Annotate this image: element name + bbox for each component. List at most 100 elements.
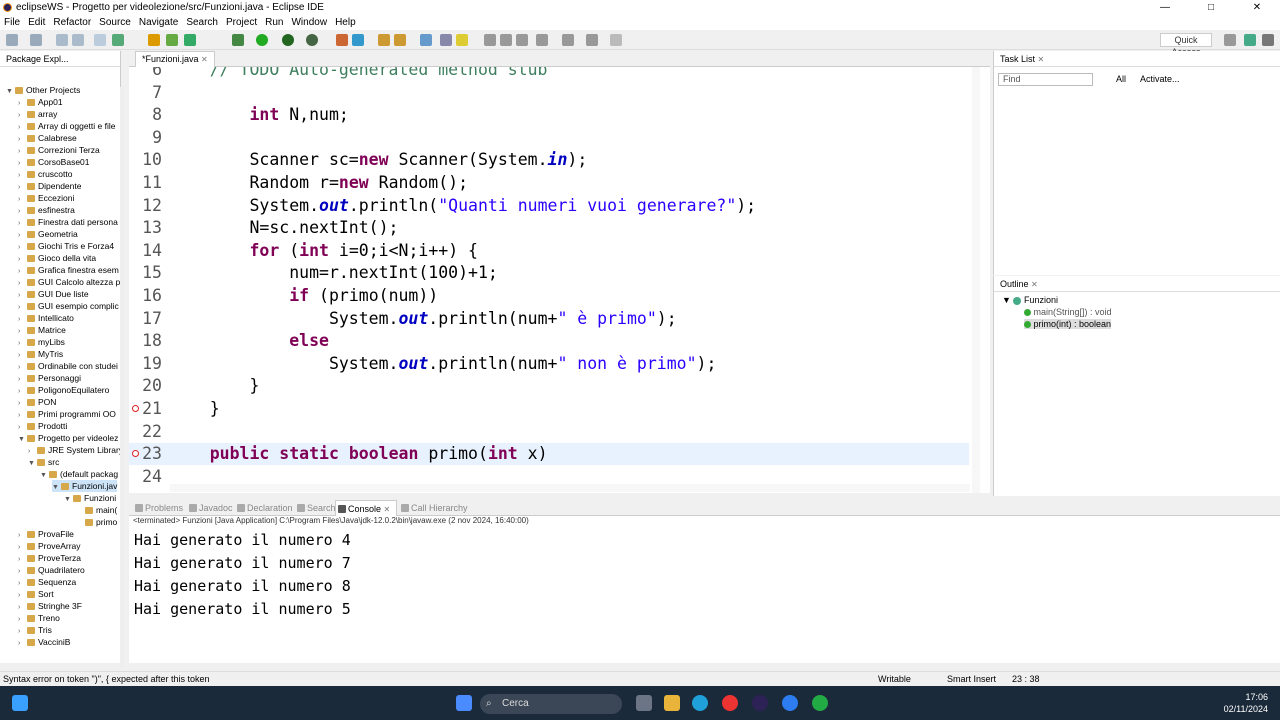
maximize-button[interactable]: □ bbox=[1188, 0, 1234, 15]
widgets-icon[interactable] bbox=[456, 695, 472, 711]
save-icon[interactable] bbox=[56, 34, 68, 46]
menu-navigate[interactable]: Navigate bbox=[135, 17, 182, 28]
tree-item[interactable]: › Array di oggetti e file bbox=[18, 120, 115, 132]
tree-item[interactable]: › Personaggi bbox=[18, 372, 81, 384]
menu-run[interactable]: Run bbox=[261, 17, 287, 28]
tree-item[interactable]: › Calabrese bbox=[18, 132, 77, 144]
taskbar-clock[interactable]: 17:06 02/11/2024 bbox=[1224, 691, 1268, 715]
taskbar-search[interactable]: ⌕ Cerca bbox=[480, 694, 622, 714]
java-perspective-icon[interactable] bbox=[1244, 34, 1256, 46]
tree-item[interactable]: ▼ src bbox=[28, 456, 59, 468]
tab-search[interactable]: Search bbox=[295, 500, 336, 516]
tree-item[interactable]: › ProvaFile bbox=[18, 528, 74, 540]
open-task-icon[interactable] bbox=[394, 34, 406, 46]
new-file-icon[interactable] bbox=[30, 34, 42, 46]
console-output[interactable]: <terminated> Funzioni [Java Application]… bbox=[129, 516, 1280, 663]
tab-outline[interactable]: Outline ✕ bbox=[994, 276, 1280, 292]
minimize-button[interactable]: — bbox=[1142, 0, 1188, 15]
tree-item[interactable]: › Intellicato bbox=[18, 312, 74, 324]
tab-declaration[interactable]: Declaration bbox=[235, 500, 293, 516]
tree-item[interactable]: › Giochi Tris e Forza4 bbox=[18, 240, 114, 252]
tab-funzioni-java[interactable]: *Funzioni.java ✕ bbox=[135, 51, 215, 67]
run-icon[interactable] bbox=[256, 34, 268, 46]
tree-item[interactable]: › Geometria bbox=[18, 228, 78, 240]
tab-task-list[interactable]: Task List ✕ bbox=[994, 51, 1280, 67]
tab-call-hierarchy[interactable]: Call Hierarchy bbox=[399, 500, 468, 516]
tree-item[interactable]: › Treno bbox=[18, 612, 60, 624]
menu-search[interactable]: Search bbox=[182, 17, 222, 28]
tree-item[interactable]: › PON bbox=[18, 396, 56, 408]
save-all-icon[interactable] bbox=[72, 34, 84, 46]
menu-help[interactable]: Help bbox=[331, 17, 360, 28]
tree-item[interactable]: › Matrice bbox=[18, 324, 66, 336]
tree-item[interactable]: › Grafica finestra esem bbox=[18, 264, 119, 276]
outline-member-main[interactable]: main(String[]) : void bbox=[1024, 307, 1112, 317]
editor-vertical-scrollbar[interactable] bbox=[972, 67, 980, 493]
print-icon[interactable] bbox=[94, 34, 106, 46]
tree-item[interactable]: › Finestra dati persona bbox=[18, 216, 118, 228]
search-icon[interactable] bbox=[420, 34, 432, 46]
menu-window[interactable]: Window bbox=[287, 17, 331, 28]
open-perspective-icon[interactable] bbox=[1224, 34, 1236, 46]
tree-item[interactable]: › Ordinabile con studei bbox=[18, 360, 118, 372]
error-marker-icon[interactable] bbox=[132, 405, 139, 412]
tree-item[interactable]: › Correzioni Terza bbox=[18, 144, 100, 156]
tree-item[interactable]: › CorsoBase01 bbox=[18, 156, 90, 168]
task-find-input[interactable]: Find bbox=[998, 73, 1093, 86]
tree-item[interactable]: main( bbox=[76, 504, 117, 516]
activate-link[interactable]: Activate... bbox=[1140, 74, 1180, 84]
tree-item[interactable]: › Eccezioni bbox=[18, 192, 74, 204]
tab-problems[interactable]: Problems bbox=[133, 500, 183, 516]
word-wrap-icon[interactable] bbox=[484, 34, 496, 46]
whitespace-icon[interactable] bbox=[516, 34, 528, 46]
tree-item[interactable]: ▼ Progetto per videolez bbox=[18, 432, 118, 444]
tree-item[interactable]: ▼ Funzioni.jav bbox=[52, 480, 118, 492]
all-filter[interactable]: All bbox=[1116, 74, 1126, 84]
tree-item[interactable]: › App01 bbox=[18, 96, 63, 108]
tree-root[interactable]: ▼ Other Projects bbox=[6, 84, 80, 96]
menu-refactor[interactable]: Refactor bbox=[49, 17, 95, 28]
menu-project[interactable]: Project bbox=[222, 17, 261, 28]
tree-item[interactable]: › GUI Calcolo altezza p bbox=[18, 276, 120, 288]
tree-item[interactable]: › JRE System Library bbox=[28, 444, 123, 456]
close-tab-icon[interactable]: ✕ bbox=[201, 55, 208, 64]
new-package-icon[interactable] bbox=[352, 34, 364, 46]
windows-start-icon[interactable] bbox=[12, 695, 28, 711]
menu-file[interactable]: File bbox=[0, 17, 24, 28]
tree-item[interactable]: ▼ (default packag bbox=[40, 468, 118, 480]
new-java-project-icon[interactable] bbox=[336, 34, 348, 46]
tree-item[interactable]: › MyTris bbox=[18, 348, 63, 360]
close-button[interactable]: ✕ bbox=[1234, 0, 1280, 15]
tab-javadoc[interactable]: Javadoc bbox=[187, 500, 233, 516]
next-annotation-icon[interactable] bbox=[536, 34, 548, 46]
prev-annotation-icon[interactable] bbox=[562, 34, 574, 46]
tree-item[interactable]: › Prodotti bbox=[18, 420, 67, 432]
tree-item[interactable]: › myLibs bbox=[18, 336, 65, 348]
tab-package-explorer[interactable]: Package Expl... bbox=[0, 51, 120, 67]
outline-member-primo[interactable]: primo(int) : boolean bbox=[1024, 319, 1112, 329]
tree-item[interactable]: primo bbox=[76, 516, 117, 528]
tree-item[interactable]: › GUI Due liste bbox=[18, 288, 89, 300]
tree-item[interactable]: ▼ Funzioni bbox=[64, 492, 116, 504]
tree-item[interactable]: › ProveArray bbox=[18, 540, 81, 552]
task-view-icon[interactable] bbox=[636, 695, 652, 711]
tree-item[interactable]: › Primi programmi OO bbox=[18, 408, 116, 420]
back-icon[interactable] bbox=[586, 34, 598, 46]
tree-item[interactable]: › Dipendente bbox=[18, 180, 81, 192]
block-select-icon[interactable] bbox=[500, 34, 512, 46]
coverage-icon[interactable] bbox=[282, 34, 294, 46]
chrome-icon[interactable] bbox=[722, 695, 738, 711]
open-type-icon[interactable] bbox=[378, 34, 390, 46]
menu-source[interactable]: Source bbox=[95, 17, 135, 28]
tree-item[interactable]: › VacciniB bbox=[18, 636, 70, 648]
terminal-icon[interactable] bbox=[112, 34, 124, 46]
file-explorer-icon[interactable] bbox=[664, 695, 680, 711]
quick-access-input[interactable]: Quick Access bbox=[1160, 33, 1212, 57]
tab-console[interactable]: Console ✕ bbox=[335, 500, 398, 516]
edge-icon[interactable] bbox=[692, 695, 708, 711]
check-icon[interactable] bbox=[184, 34, 196, 46]
tree-item[interactable]: › Quadrilatero bbox=[18, 564, 85, 576]
tree-item[interactable]: › cruscotto bbox=[18, 168, 73, 180]
bug-icon[interactable] bbox=[232, 34, 244, 46]
editor-horizontal-scrollbar[interactable] bbox=[170, 484, 970, 492]
